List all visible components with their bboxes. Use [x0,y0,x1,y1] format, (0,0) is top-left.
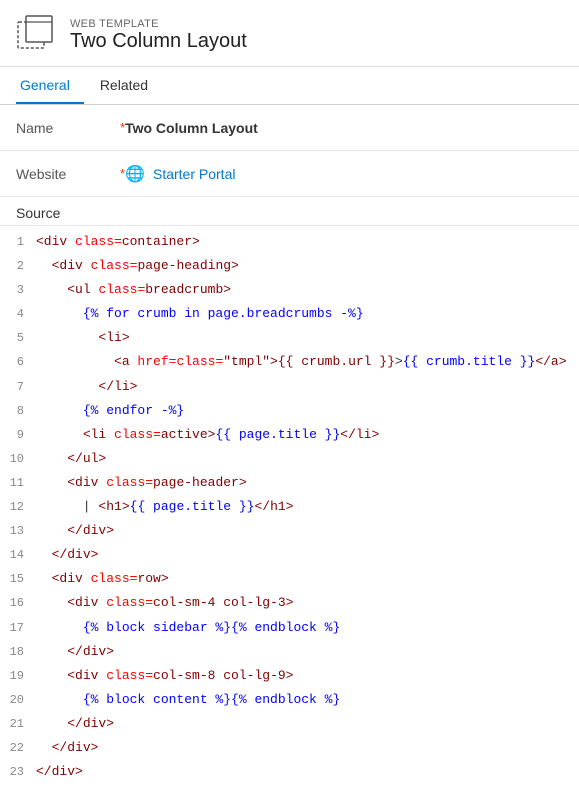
line-content: {% block sidebar %}{% endblock %} [36,617,579,639]
website-link[interactable]: Starter Portal [153,166,235,182]
tab-general[interactable]: General [16,67,84,104]
line-number: 2 [0,256,36,276]
header-text: WEB TEMPLATE Two Column Layout [70,18,247,53]
line-number: 23 [0,762,36,782]
line-number: 4 [0,304,36,324]
code-line: 22 </div> [0,736,579,760]
line-content: <li> [36,327,579,349]
line-content: <div class=page-heading> [36,255,579,277]
line-number: 13 [0,521,36,541]
code-line: 3 <ul class=breadcrumb> [0,278,579,302]
code-line: 20 {% block content %}{% endblock %} [0,688,579,712]
name-label: Name [16,120,116,136]
line-content: </div> [36,641,579,663]
line-content: <li class=active>{{ page.title }}</li> [36,424,579,446]
code-line: 14 </div> [0,543,579,567]
code-line: 16 <div class=col-sm-4 col-lg-3> [0,591,579,615]
globe-icon: 🌐 [125,164,145,184]
code-line: 19 <div class=col-sm-8 col-lg-9> [0,664,579,688]
line-content: </div> [36,520,579,542]
page-header: WEB TEMPLATE Two Column Layout [0,0,579,67]
code-line: 13 </div> [0,519,579,543]
line-content: <div class=container> [36,231,579,253]
code-line: 23</div> [0,760,579,784]
line-content: <div class=page-header> [36,472,579,494]
header-subtitle: WEB TEMPLATE [70,18,247,30]
line-content: {% for crumb in page.breadcrumbs -%} [36,303,579,325]
code-line: 5 <li> [0,326,579,350]
website-value: 🌐 Starter Portal [125,164,235,184]
line-number: 7 [0,377,36,397]
line-number: 22 [0,738,36,758]
code-block: 1<div class=container>2 <div class=page-… [0,226,579,788]
line-content: </div> [36,761,579,783]
code-line: 4 {% for crumb in page.breadcrumbs -%} [0,302,579,326]
line-number: 9 [0,425,36,445]
form-row-name: Name * Two Column Layout [0,105,579,151]
code-line: 6 <a href=class="tmpl">{{ crumb.url }}>{… [0,350,579,374]
line-number: 8 [0,401,36,421]
line-content: </div> [36,544,579,566]
code-line: 12 | <h1>{{ page.title }}</h1> [0,495,579,519]
line-number: 3 [0,280,36,300]
template-icon [16,14,58,56]
line-number: 11 [0,473,36,493]
tab-bar: General Related [0,67,579,105]
line-content: <ul class=breadcrumb> [36,279,579,301]
line-content: <div class=col-sm-8 col-lg-9> [36,665,579,687]
code-line: 15 <div class=row> [0,567,579,591]
form-row-website: Website * 🌐 Starter Portal [0,151,579,197]
line-number: 16 [0,593,36,613]
source-label: Source [0,197,579,226]
line-number: 15 [0,569,36,589]
line-number: 12 [0,497,36,517]
line-content: <div class=col-sm-4 col-lg-3> [36,592,579,614]
line-number: 6 [0,352,36,372]
tab-related[interactable]: Related [96,67,162,104]
website-label: Website [16,166,116,182]
code-line: 2 <div class=page-heading> [0,254,579,278]
line-content: | <h1>{{ page.title }}</h1> [36,496,579,518]
line-number: 14 [0,545,36,565]
line-number: 1 [0,232,36,252]
code-line: 11 <div class=page-header> [0,471,579,495]
line-number: 5 [0,328,36,348]
code-line: 1<div class=container> [0,230,579,254]
line-content: </li> [36,376,579,398]
line-number: 18 [0,642,36,662]
line-content: {% endfor -%} [36,400,579,422]
code-line: 18 </div> [0,640,579,664]
line-content: </div> [36,737,579,759]
form-section: Name * Two Column Layout Website * 🌐 Sta… [0,105,579,197]
line-number: 17 [0,618,36,638]
line-number: 10 [0,449,36,469]
name-value: Two Column Layout [125,120,258,136]
line-content: </div> [36,713,579,735]
line-number: 20 [0,690,36,710]
code-line: 21 </div> [0,712,579,736]
code-line: 10 </ul> [0,447,579,471]
line-content: <a href=class="tmpl">{{ crumb.url }}>{{ … [36,351,579,373]
line-number: 21 [0,714,36,734]
line-content: </ul> [36,448,579,470]
line-content: <div class=row> [36,568,579,590]
code-line: 7 </li> [0,375,579,399]
code-line: 9 <li class=active>{{ page.title }}</li> [0,423,579,447]
header-title: Two Column Layout [70,30,247,53]
line-content: {% block content %}{% endblock %} [36,689,579,711]
code-line: 17 {% block sidebar %}{% endblock %} [0,616,579,640]
line-number: 19 [0,666,36,686]
code-line: 8 {% endfor -%} [0,399,579,423]
